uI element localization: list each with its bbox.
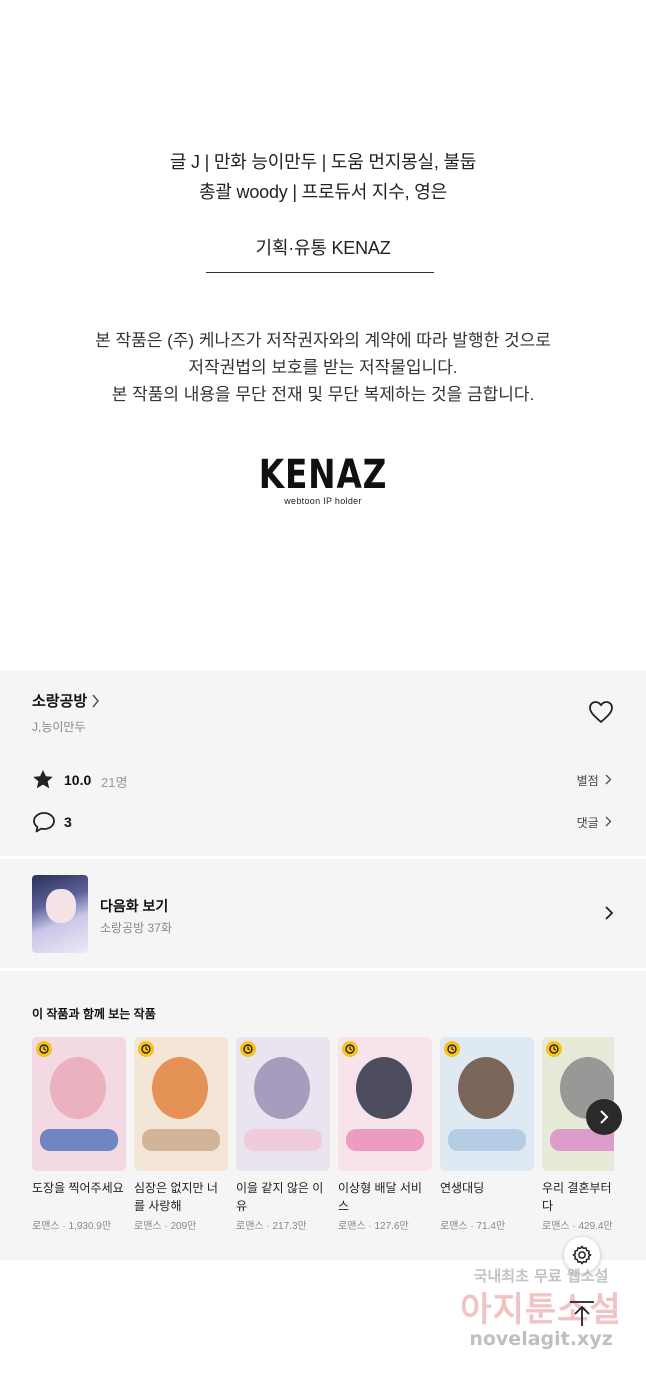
recommendation-meta: 로맨스 · 127.6만 (338, 1221, 409, 1232)
recommendation-meta: 로맨스 · 209만 (134, 1221, 197, 1232)
clock-badge-icon (342, 1041, 358, 1057)
star-icon (33, 770, 53, 789)
rating-link-label: 별점 (576, 774, 599, 788)
recommendation-title: 심장은 없지만 너를 사랑해 (134, 1181, 218, 1213)
recommendation-card[interactable]: 심장은 없지만 너를 사랑해로맨스 · 209만 (134, 1037, 228, 1232)
comments-link-label: 댓글 (576, 816, 599, 830)
rating-link[interactable]: 별점 (577, 772, 612, 789)
clock-badge-icon (36, 1041, 52, 1057)
comment-icon (33, 812, 55, 833)
clock-badge-icon (546, 1041, 562, 1057)
chevron-right-icon (605, 774, 612, 785)
recommendation-title: 연생대딩 (440, 1181, 485, 1195)
recommendation-title: 도장을 찍어주세요 (32, 1181, 124, 1195)
recommendations-carousel[interactable]: 도장을 찍어주세요 로맨스 · 1,930.9만 심장은 없지만 너를 사랑해 로맨스… (32, 1037, 614, 1237)
recommendation-cover (32, 1037, 126, 1171)
next-episode-thumbnail (32, 875, 88, 953)
recommendations-heading: 이 작품과 함께 보는 작품 (32, 1007, 156, 1021)
recommendation-meta: 로맨스 · 71.4만 (440, 1221, 506, 1232)
recommendation-meta: 로맨스 · 217.3만 (236, 1221, 307, 1232)
recommendation-cover (134, 1037, 228, 1171)
credits-section: 글 J | 만화 능이만두 | 도움 먼지몽실, 불둡 총괄 woody | 프… (0, 0, 646, 670)
copyright-notice-1: 본 작품은 (주) 케나즈가 저작권자와의 계약에 따라 발행한 것으로 (95, 331, 551, 350)
section-divider (0, 968, 646, 971)
series-authors: J,능이만두 (32, 720, 86, 734)
next-episode-subtitle: 소랑공방 37화 (100, 921, 172, 935)
rating-value: 10.0 (64, 772, 92, 788)
carousel-next-button[interactable] (586, 1099, 622, 1135)
recommendation-card[interactable]: 이상형 배달 서비스로맨스 · 127.6만 (338, 1037, 432, 1232)
comments-link[interactable]: 댓글 (577, 814, 612, 831)
gear-icon (572, 1245, 592, 1265)
recommendation-meta: 로맨스 · 429.4만 (542, 1221, 613, 1232)
credit-line-staff: 글 J | 만화 능이만두 | 도움 먼지몽실, 불둡 (169, 152, 477, 172)
chevron-right-icon (605, 816, 612, 827)
clock-badge-icon (444, 1041, 460, 1057)
chevron-right-icon (600, 1110, 609, 1124)
series-title-link[interactable]: 소랑공방 (32, 690, 87, 711)
rating-count: 21명 (101, 775, 128, 790)
kenaz-logo-subtitle: webtoon IP holder (284, 496, 362, 506)
recommendation-card[interactable]: 이을 같지 않은 이유로맨스 · 217.3만 (236, 1037, 330, 1232)
copyright-notice-3: 본 작품의 내용을 무단 전재 및 무단 복제하는 것을 금합니다. (111, 385, 535, 404)
chevron-right-icon (92, 694, 99, 708)
kenaz-logo: KENAZ (258, 452, 388, 498)
recommendation-card[interactable]: 연생대딩로맨스 · 71.4만 (440, 1037, 534, 1232)
chevron-right-icon (605, 906, 614, 920)
recommendation-title: 이상형 배달 서비스 (338, 1181, 422, 1213)
credit-line-producers: 총괄 woody | 프로듀서 지수, 영은 (199, 182, 447, 202)
recommendation-cover (338, 1037, 432, 1171)
credit-line-distribution: 기획·유통 KENAZ (255, 238, 391, 258)
recommendation-card[interactable]: 도장을 찍어주세요로맨스 · 1,930.9만 (32, 1037, 126, 1232)
copyright-notice-2: 저작권법의 보호를 받는 저작물입니다. (188, 358, 458, 377)
watermark-url: novelagit.xyz (469, 1328, 613, 1350)
heart-icon[interactable] (588, 700, 614, 724)
watermark-brand: 아지툰소설 (460, 1290, 622, 1330)
credit-divider (206, 272, 434, 273)
recommendation-title: 우리 결혼부터 시다 (542, 1181, 614, 1213)
recommendation-cover (236, 1037, 330, 1171)
recommendation-cover (440, 1037, 534, 1171)
next-episode-label: 다음화 보기 (100, 898, 169, 914)
scroll-to-top-icon[interactable] (566, 1300, 598, 1328)
recommendation-title: 이을 같지 않은 이유 (236, 1181, 324, 1213)
clock-badge-icon (138, 1041, 154, 1057)
recommendation-meta: 로맨스 · 1,930.9만 (32, 1221, 112, 1232)
clock-badge-icon (240, 1041, 256, 1057)
comment-count: 3 (64, 814, 72, 830)
section-divider (0, 856, 646, 859)
